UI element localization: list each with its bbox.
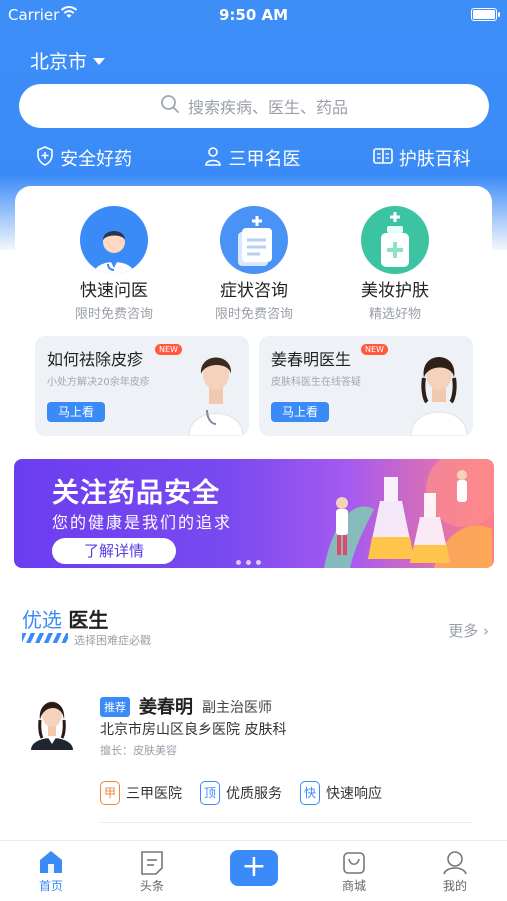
new-badge: NEW: [361, 344, 388, 355]
lab-flasks-illustration: [314, 459, 494, 568]
clock: 9:50 AM: [218, 6, 289, 24]
banner-subtitle: 您的健康是我们的追求: [52, 513, 233, 532]
tab-label: 商城: [341, 879, 366, 893]
promo-subtitle: 皮肤科医生在线答疑: [271, 377, 361, 388]
doctor-icon: [204, 146, 222, 171]
fast-response-icon: 快: [300, 781, 320, 805]
section-title-accent: 优选: [22, 608, 62, 632]
chevron-right-icon: ›: [483, 622, 489, 640]
feature-top-doctors[interactable]: 三甲名医: [204, 144, 300, 172]
section-subtitle: 选择困难症必戳: [74, 634, 151, 647]
doctor-avatar[interactable]: [27, 690, 77, 750]
dropdown-triangle-icon: [93, 58, 106, 65]
promo-banner[interactable]: 关注药品安全 您的健康是我们的追求 了解详情: [14, 459, 494, 568]
badge-quality-service: 顶 优质服务: [200, 781, 282, 805]
search-bar[interactable]: 搜索疾病、医生、药品: [19, 84, 489, 128]
feature-label: 护肤百科: [398, 149, 471, 170]
quality-service-icon: 顶: [200, 781, 220, 805]
more-label: 更多: [448, 622, 479, 640]
promo-card-doctor[interactable]: 姜春明医生 NEW 皮肤科医生在线答疑 马上看: [259, 336, 473, 436]
tab-label: 首页: [38, 879, 63, 893]
home-icon: [37, 849, 65, 875]
promo-title: 姜春明医生: [271, 350, 352, 369]
watch-now-button[interactable]: 马上看: [47, 402, 105, 422]
service-symptom-consult[interactable]: 症状咨询 限时免费咨询: [189, 206, 319, 322]
section-title: 优选 医生: [22, 604, 108, 633]
shield-icon: [36, 145, 54, 171]
badge-label: 快速响应: [326, 786, 382, 802]
doctor-specialty: 擅长：皮肤美容: [100, 744, 177, 757]
medicine-bottle-icon: [361, 206, 429, 274]
promo-title: 如何祛除皮疹: [47, 350, 144, 369]
doctor-photo: [185, 344, 247, 436]
service-subtitle: 限时免费咨询: [214, 307, 293, 322]
learn-more-button[interactable]: 了解详情: [52, 538, 176, 564]
doctor-badges: 甲 三甲医院 顶 优质服务 快 快速响应: [100, 781, 382, 805]
more-link[interactable]: 更多 ›: [448, 620, 489, 641]
banner-title: 关注药品安全: [52, 478, 220, 509]
divider: [100, 822, 472, 823]
profile-icon: [441, 849, 469, 875]
watch-now-button[interactable]: 马上看: [271, 402, 329, 422]
badge-label: 三甲医院: [126, 786, 182, 802]
section-title-main: 医生: [68, 608, 109, 632]
add-button[interactable]: +: [230, 850, 278, 886]
book-icon: [373, 147, 393, 170]
service-subtitle: 精选好物: [368, 307, 421, 322]
doctor-title: 副主治医师: [202, 700, 272, 716]
tab-profile[interactable]: 我的: [425, 849, 485, 894]
carousel-dots[interactable]: [236, 560, 261, 565]
news-icon: [138, 849, 166, 875]
top-hospital-icon: 甲: [100, 781, 120, 805]
city-selector[interactable]: 北京市: [30, 47, 106, 74]
service-title: 快速问医: [80, 281, 148, 301]
service-title: 美妆护肤: [361, 281, 429, 301]
search-icon: [160, 94, 180, 118]
tab-mall[interactable]: 商城: [324, 849, 384, 894]
battery-icon: [471, 8, 500, 21]
promo-card-rash[interactable]: 如何祛除皮疹 NEW 小处方解决20余年皮疹 马上看: [35, 336, 249, 436]
status-bar: Carrier 9:50 AM: [0, 0, 507, 30]
badge-label: 优质服务: [226, 786, 282, 802]
tab-label: 头条: [139, 879, 164, 893]
service-subtitle: 限时免费咨询: [74, 307, 153, 322]
doctor-name[interactable]: 姜春明: [139, 693, 193, 719]
doctor-photo: [407, 344, 471, 436]
badge-fast-response: 快 快速响应: [300, 781, 382, 805]
feature-skincare-wiki[interactable]: 护肤百科: [373, 144, 471, 172]
tab-label: 我的: [442, 879, 467, 893]
service-quick-consult[interactable]: 快速问医 限时免费咨询: [49, 206, 179, 322]
promo-subtitle: 小处方解决20余年皮疹: [47, 377, 150, 388]
feature-label: 安全好药: [60, 149, 133, 170]
new-badge: NEW: [155, 344, 182, 355]
clipboard-icon: [220, 206, 288, 274]
doctor-hospital: 北京市房山区良乡医院 皮肤科: [100, 722, 287, 738]
search-placeholder: 搜索疾病、医生、药品: [187, 98, 348, 117]
feature-label: 三甲名医: [228, 149, 301, 170]
feature-safe-medicine[interactable]: 安全好药: [36, 144, 132, 172]
tab-headlines[interactable]: 头条: [122, 849, 182, 894]
badge-top-hospital: 甲 三甲医院: [100, 781, 182, 805]
section-decoration: [22, 633, 68, 643]
service-beauty-skincare[interactable]: 美妆护肤 精选好物: [330, 206, 460, 322]
doctor-avatar-icon: [80, 206, 148, 274]
feature-strip: 安全好药 三甲名医 护肤百科: [0, 144, 507, 172]
tab-home[interactable]: 首页: [21, 849, 81, 894]
service-title: 症状咨询: [220, 281, 288, 301]
city-label: 北京市: [30, 51, 88, 73]
recommend-tag: 推荐: [100, 697, 130, 717]
shopping-bag-icon: [340, 849, 368, 875]
